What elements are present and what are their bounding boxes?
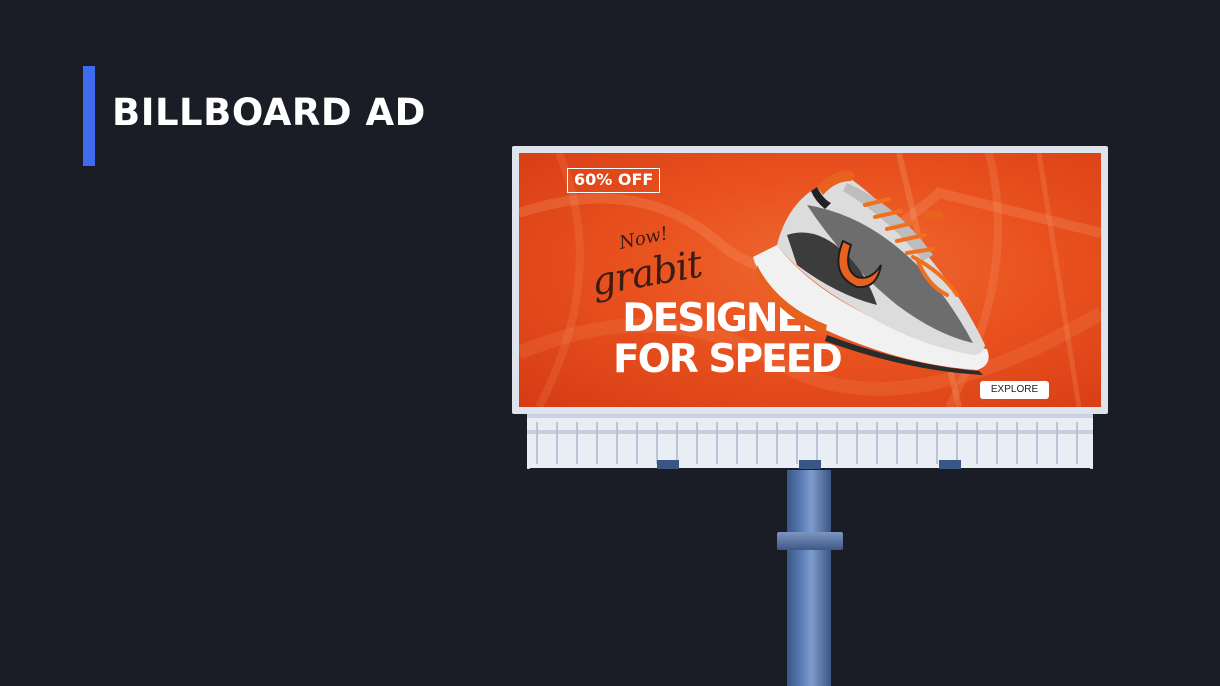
explore-button[interactable]: EXPLORE: [980, 381, 1049, 399]
running-shoe-icon: [753, 170, 989, 375]
pole-collar: [777, 532, 843, 550]
discount-badge: 60% OFF: [567, 168, 661, 193]
billboard-pole: [787, 470, 831, 686]
billboard-ad-panel: 60% OFF Now! grabit DESIGNED FOR SPEED E…: [519, 153, 1101, 407]
page-title: BILLBOARD AD: [112, 91, 426, 134]
billboard-catwalk: [527, 414, 1093, 469]
title-accent-bar: [83, 66, 95, 166]
